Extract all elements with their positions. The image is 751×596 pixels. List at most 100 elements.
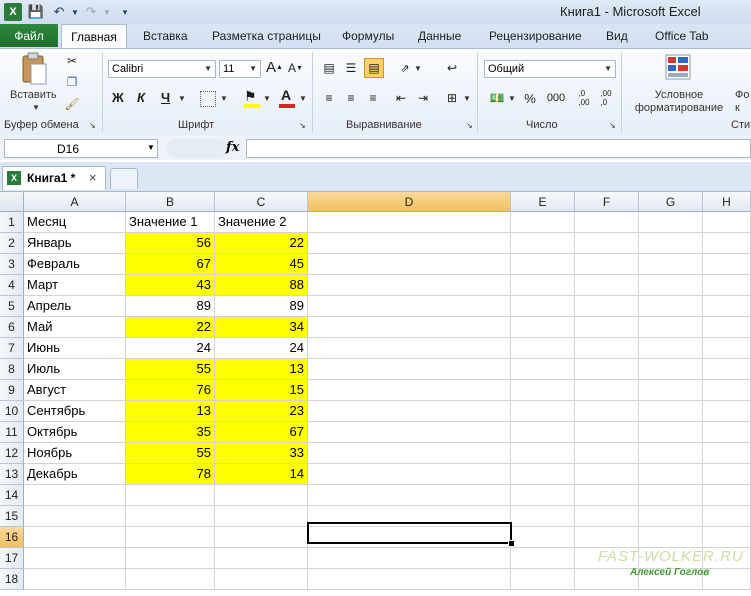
font-family-combo[interactable]: Calibri ▼ [108,60,216,78]
cell-D8[interactable] [308,359,511,380]
cell-G16[interactable] [639,527,703,548]
tab-home[interactable]: Главная [61,24,127,48]
cell-H14[interactable] [703,485,751,506]
cell-C10[interactable]: 23 [215,401,308,422]
cell-D10[interactable] [308,401,511,422]
orientation-dropdown-icon[interactable]: ▼ [414,64,422,73]
cell-B1[interactable]: Значение 1 [126,212,215,233]
cell-H16[interactable] [703,527,751,548]
row-header[interactable]: 15 [0,506,24,527]
tab-office-tab[interactable]: Office Tab [655,24,709,47]
cell-G6[interactable] [639,317,703,338]
row-header[interactable]: 5 [0,296,24,317]
align-left-icon[interactable]: ≡ [320,89,338,107]
cell-D5[interactable] [308,296,511,317]
cell-E5[interactable] [511,296,575,317]
cell-F13[interactable] [575,464,639,485]
cell-A2[interactable]: Январь [24,233,126,254]
cell-H9[interactable] [703,380,751,401]
tab-file[interactable]: Файл [0,24,58,47]
cell-B18[interactable] [126,569,215,590]
cell-A12[interactable]: Ноябрь [24,443,126,464]
font-color-dropdown-icon[interactable]: ▼ [299,94,307,103]
fill-color-dropdown-icon[interactable]: ▼ [263,94,271,103]
cell-G3[interactable] [639,254,703,275]
fill-handle[interactable] [508,540,515,547]
cell-A16[interactable] [24,527,126,548]
cell-C14[interactable] [215,485,308,506]
cell-F16[interactable] [575,527,639,548]
cell-C3[interactable]: 45 [215,254,308,275]
cell-B5[interactable]: 89 [126,296,215,317]
conditional-formatting-icon[interactable] [664,53,694,83]
alignment-launcher-icon[interactable]: ↘ [466,121,473,130]
cell-H18[interactable] [703,569,751,590]
paste-icon[interactable] [20,52,48,86]
cell-C2[interactable]: 22 [215,233,308,254]
cell-F9[interactable] [575,380,639,401]
cell-F4[interactable] [575,275,639,296]
cell-F7[interactable] [575,338,639,359]
cell-C12[interactable]: 33 [215,443,308,464]
copy-icon[interactable]: ❐ [64,74,80,90]
cell-A11[interactable]: Октябрь [24,422,126,443]
cell-A3[interactable]: Февраль [24,254,126,275]
row-header[interactable]: 10 [0,401,24,422]
cell-B8[interactable]: 55 [126,359,215,380]
cell-A15[interactable] [24,506,126,527]
column-header-D[interactable]: D [308,192,511,212]
column-header-F[interactable]: F [575,192,639,212]
clipboard-launcher-icon[interactable]: ↘ [89,121,96,130]
merge-center-icon[interactable]: ⊞ [443,89,461,107]
cell-D4[interactable] [308,275,511,296]
column-header-C[interactable]: C [215,192,308,212]
cell-H13[interactable] [703,464,751,485]
cut-icon[interactable]: ✂ [64,53,80,69]
cell-D18[interactable] [308,569,511,590]
cell-F8[interactable] [575,359,639,380]
increase-indent-icon[interactable]: ⇥ [414,89,432,107]
tab-review[interactable]: Рецензирование [489,24,582,47]
grow-font-button[interactable]: A ▲ [266,59,283,76]
cell-G1[interactable] [639,212,703,233]
cell-E12[interactable] [511,443,575,464]
cell-B7[interactable]: 24 [126,338,215,359]
cell-C4[interactable]: 88 [215,275,308,296]
cell-H11[interactable] [703,422,751,443]
cell-D3[interactable] [308,254,511,275]
borders-icon[interactable] [200,91,216,107]
redo-dropdown-icon[interactable]: ▼ [98,3,116,21]
cell-E3[interactable] [511,254,575,275]
row-header[interactable]: 11 [0,422,24,443]
cell-D17[interactable] [308,548,511,569]
cell-A7[interactable]: Июнь [24,338,126,359]
cell-D6[interactable] [308,317,511,338]
cell-B15[interactable] [126,506,215,527]
cell-E18[interactable] [511,569,575,590]
fill-color-icon[interactable]: ⚑ [244,88,257,105]
font-size-combo[interactable]: 11 ▼ [219,60,261,78]
cell-G12[interactable] [639,443,703,464]
cell-G7[interactable] [639,338,703,359]
cell-E6[interactable] [511,317,575,338]
cell-F2[interactable] [575,233,639,254]
cell-C5[interactable]: 89 [215,296,308,317]
cell-H8[interactable] [703,359,751,380]
cell-E14[interactable] [511,485,575,506]
percent-button[interactable]: % [522,89,538,107]
cell-F10[interactable] [575,401,639,422]
row-header[interactable]: 13 [0,464,24,485]
cell-H3[interactable] [703,254,751,275]
currency-format-icon[interactable]: 💵 [488,89,506,107]
cell-E13[interactable] [511,464,575,485]
italic-button[interactable]: К [137,90,145,105]
cell-B17[interactable] [126,548,215,569]
cell-G9[interactable] [639,380,703,401]
row-header[interactable]: 3 [0,254,24,275]
cell-D11[interactable] [308,422,511,443]
insert-function-button[interactable]: fx [226,140,239,155]
cell-H2[interactable] [703,233,751,254]
row-header[interactable]: 1 [0,212,24,233]
row-header[interactable]: 18 [0,569,24,590]
cell-E8[interactable] [511,359,575,380]
